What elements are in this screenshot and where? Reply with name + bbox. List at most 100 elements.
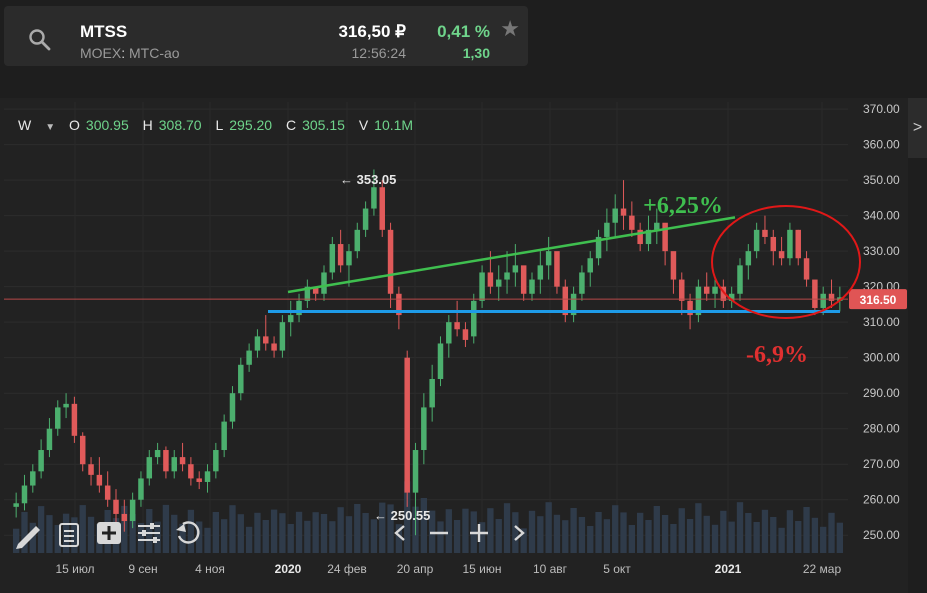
candle-body xyxy=(129,499,136,522)
candle-body xyxy=(238,364,244,394)
candle-body xyxy=(545,251,552,266)
pencil-icon[interactable] xyxy=(16,526,40,549)
volume-bar xyxy=(62,513,70,553)
volume-bar xyxy=(146,509,153,553)
volume-bar xyxy=(653,506,660,553)
x-tick-label: 20 апр xyxy=(397,562,434,576)
candle-body xyxy=(263,336,269,344)
candle-body xyxy=(188,464,194,479)
candle-body xyxy=(612,208,618,223)
candle-body xyxy=(387,229,394,294)
candle-body xyxy=(379,187,385,230)
candle-body xyxy=(204,471,211,482)
candle-body xyxy=(371,187,377,209)
volume-bar xyxy=(711,524,719,553)
volume-bar xyxy=(420,498,428,553)
candle-body xyxy=(30,471,36,486)
y-tick-label: 270.00 xyxy=(863,457,900,471)
candle-body xyxy=(354,229,361,252)
candle-body xyxy=(138,478,144,500)
candle-body xyxy=(163,450,169,472)
y-tick-label: 300.00 xyxy=(863,351,900,365)
volume-bar xyxy=(761,509,769,553)
candle-body xyxy=(196,478,202,482)
volume-bar xyxy=(603,519,611,553)
volume-bar xyxy=(678,508,685,553)
volume-bar xyxy=(245,526,253,553)
volume-bar xyxy=(553,514,561,553)
candle-body xyxy=(820,293,826,308)
volume-bar xyxy=(12,528,20,553)
candle-body xyxy=(96,474,103,486)
low-annotation: ← 250.55 xyxy=(374,508,430,523)
volume-bar xyxy=(828,512,835,553)
chevron-down-icon[interactable]: ▼ xyxy=(45,122,55,133)
volume-bar xyxy=(803,507,810,553)
volume-bar xyxy=(562,520,569,553)
volume-bar xyxy=(636,512,644,553)
candle-body xyxy=(404,357,410,493)
y-tick-label: 340.00 xyxy=(863,209,900,223)
candle-body xyxy=(446,322,452,344)
volume-bar xyxy=(320,514,328,553)
high-annotation: ← 353.05 xyxy=(340,172,396,187)
candle-body xyxy=(495,279,502,287)
candle-body xyxy=(88,464,94,475)
candle-body xyxy=(520,265,527,294)
volume-bar xyxy=(345,516,353,553)
candle-body xyxy=(454,322,460,330)
volume-bar xyxy=(312,512,319,553)
add-icon[interactable] xyxy=(97,522,121,544)
candle-body xyxy=(770,236,777,252)
candle-body xyxy=(778,251,785,259)
volume-bar xyxy=(162,504,170,553)
candle-body xyxy=(279,322,286,351)
volume-bar xyxy=(786,510,794,553)
candle-body xyxy=(629,215,635,230)
y-tick-label: 260.00 xyxy=(863,493,900,507)
volume-bar xyxy=(295,511,303,553)
volume-bar xyxy=(304,520,311,553)
volume-bar xyxy=(437,521,444,553)
volume-bar xyxy=(487,508,494,553)
candle-body xyxy=(362,208,369,230)
candle-body xyxy=(504,272,510,280)
low-value: 295.20 xyxy=(229,117,273,133)
candle-body xyxy=(55,407,61,429)
x-tick-label: 15 июн xyxy=(462,562,501,576)
volume-bar xyxy=(753,522,760,553)
candle-body xyxy=(113,499,119,514)
candlestick-chart[interactable]: 370.00360.00350.00340.00330.00320.00310.… xyxy=(0,0,927,593)
candle-body xyxy=(812,279,818,308)
candle-body xyxy=(13,503,19,507)
candle-body xyxy=(21,485,28,504)
volume-bar xyxy=(171,514,178,553)
candle-body xyxy=(662,222,668,252)
candle-body xyxy=(620,208,627,216)
ohlc-legend: W ▼ O 300.95 H 308.70 L 295.20 C 305.15 V 10.1… xyxy=(18,117,413,133)
candle-body xyxy=(63,403,69,408)
candle-body xyxy=(745,251,752,266)
reset-icon[interactable] xyxy=(176,521,200,544)
volume-bar xyxy=(745,513,752,553)
y-tick-label: 250.00 xyxy=(863,528,900,542)
candle-body xyxy=(221,421,227,451)
candle-body xyxy=(795,229,801,259)
y-tick-label: 330.00 xyxy=(863,244,900,258)
settings-icon[interactable] xyxy=(138,523,160,543)
highlight-circle xyxy=(711,205,861,319)
y-tick-label: 280.00 xyxy=(863,422,900,436)
candle-body xyxy=(803,258,810,280)
volume-bar xyxy=(220,519,228,553)
volume-bar xyxy=(537,516,544,553)
volume-bar xyxy=(770,517,777,553)
annotation-down: -6,9% xyxy=(746,342,808,368)
candle-body xyxy=(703,286,710,294)
volume-bar xyxy=(736,502,744,553)
volume-bar xyxy=(237,514,244,553)
timeframe-selector[interactable]: W xyxy=(18,117,31,133)
x-tick-label: 22 мар xyxy=(803,562,842,576)
x-tick-label: 4 ноя xyxy=(195,562,225,576)
candle-body xyxy=(171,457,177,472)
volume-bar xyxy=(836,522,844,553)
